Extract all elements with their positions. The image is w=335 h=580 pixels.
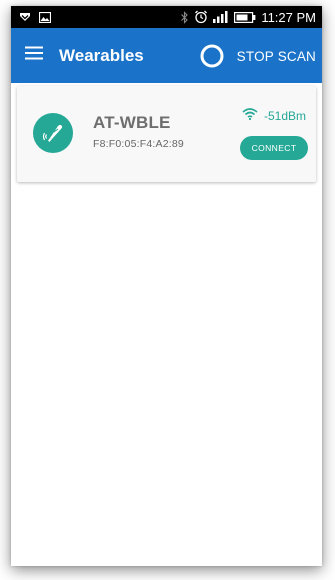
phone-screen: 11:27 PM Wearables STOP SCAN AT-WBLE F8:… bbox=[11, 6, 322, 566]
signal-strength: -51dBm bbox=[242, 107, 306, 125]
device-name: AT-WBLE bbox=[93, 113, 171, 132]
wifi-icon bbox=[242, 107, 258, 125]
battery-icon bbox=[234, 11, 256, 23]
rssi-value: -51dBm bbox=[263, 109, 306, 123]
menu-button[interactable] bbox=[17, 39, 51, 73]
notification-icon bbox=[19, 11, 31, 23]
scan-progress-spinner-icon bbox=[199, 43, 225, 69]
app-bar: Wearables STOP SCAN bbox=[11, 28, 322, 83]
page-title: Wearables bbox=[59, 45, 144, 65]
clock: 11:27 PM bbox=[261, 9, 316, 25]
bluetooth-icon bbox=[180, 10, 189, 24]
image-icon bbox=[39, 11, 51, 23]
hamburger-menu-icon bbox=[25, 46, 43, 65]
connect-button[interactable]: CONNECT bbox=[240, 136, 308, 160]
signal-icon bbox=[213, 11, 229, 23]
status-bar: 11:27 PM bbox=[11, 6, 322, 28]
device-address: F8:F0:05:F4:A2:89 bbox=[93, 138, 184, 150]
device-card[interactable]: AT-WBLE F8:F0:05:F4:A2:89 -51dBm CONNECT bbox=[17, 86, 316, 182]
stop-scan-button[interactable]: STOP SCAN bbox=[237, 43, 316, 69]
alarm-icon bbox=[194, 10, 208, 24]
wearable-icon bbox=[33, 113, 73, 153]
